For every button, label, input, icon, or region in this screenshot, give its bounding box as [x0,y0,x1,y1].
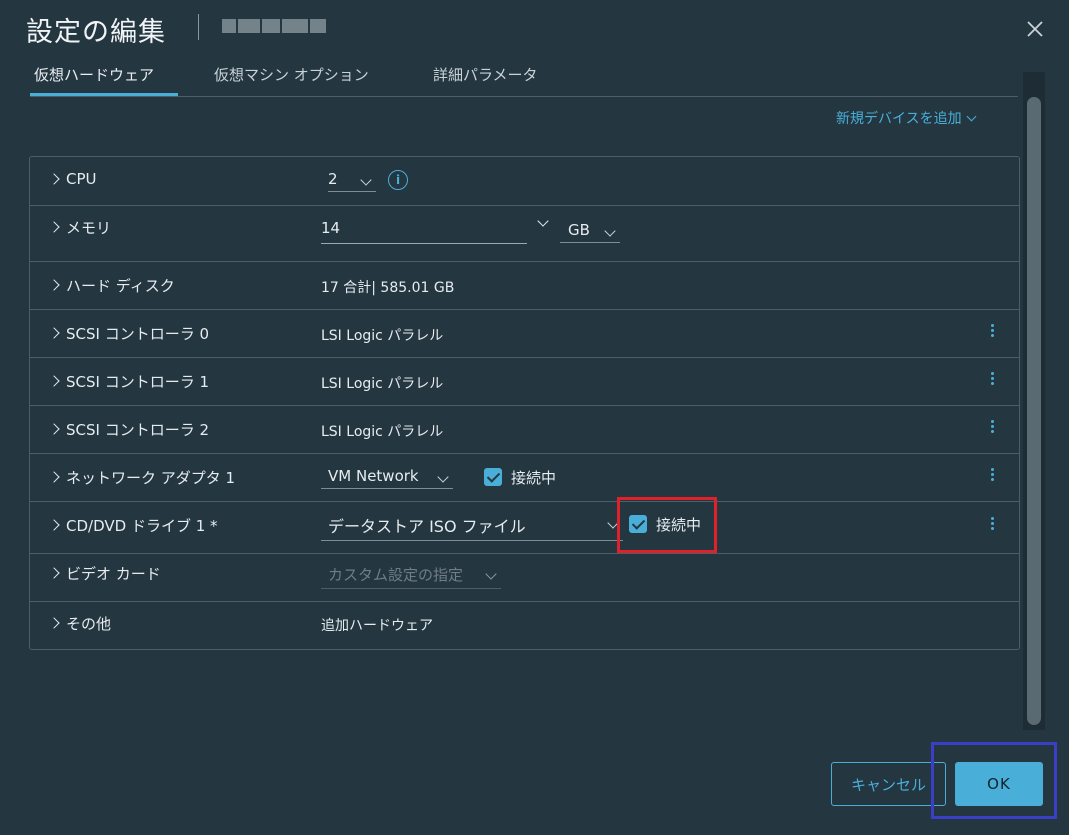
network-label: ネットワーク アダプタ 1 [66,468,236,487]
more-actions-icon[interactable] [988,515,996,535]
more-actions-icon[interactable] [988,418,996,438]
tab-bar: 仮想ハードウェア 仮想マシン オプション 詳細パラメータ [30,62,1018,97]
chevron-down-icon [485,568,497,580]
scsi0-type: LSI Logic パラレル [321,328,444,344]
cpu-label: CPU [66,170,97,188]
highlight-box-ok [931,742,1057,819]
cancel-button[interactable]: キャンセル [831,762,946,806]
chevron-right-icon [48,617,60,629]
info-icon[interactable]: i [388,170,408,190]
memory-unit-value: GB [568,221,590,239]
cpu-count-value: 2 [328,170,338,188]
chevron-right-icon [48,327,60,339]
scsi1-expander[interactable]: SCSI コントローラ 1 [48,369,210,393]
more-actions-icon[interactable] [988,322,996,342]
video-label: ビデオ カード [66,564,161,583]
cddvd-media-value: データストア ISO ファイル [328,517,526,536]
row-memory: メモリ 14 GB [30,205,1019,262]
video-expander[interactable]: ビデオ カード [48,561,161,585]
memory-unit-select[interactable]: GB [560,221,620,243]
scsi2-label: SCSI コントローラ 2 [66,420,210,439]
scrollbar-thumb[interactable] [1027,97,1041,725]
chevron-right-icon [48,221,60,233]
row-network-adapter: ネットワーク アダプタ 1 VM Network 接続中 [30,453,1019,502]
chevron-right-icon [48,567,60,579]
memory-expander[interactable]: メモリ [48,215,112,239]
scsi2-type: LSI Logic パラレル [321,424,444,440]
chevron-down-icon [604,225,616,237]
network-value: VM Network [328,467,419,485]
cpu-count-select[interactable]: 2 [328,170,376,192]
network-expander[interactable]: ネットワーク アダプタ 1 [48,465,236,489]
row-scsi-controller-0: SCSI コントローラ 0 LSI Logic パラレル [30,309,1019,358]
chevron-right-icon [48,173,60,185]
chevron-down-icon [966,111,977,122]
add-device-label: 新規デバイスを追加 [836,111,962,127]
close-icon[interactable] [1024,18,1046,40]
network-select[interactable]: VM Network [321,467,453,489]
hard-disk-expander[interactable]: ハード ディスク [48,273,175,297]
row-scsi-controller-1: SCSI コントローラ 1 LSI Logic パラレル [30,357,1019,406]
memory-size-input[interactable]: 14 [321,219,527,244]
title-divider [198,14,199,40]
more-actions-icon[interactable] [988,466,996,486]
memory-label: メモリ [66,218,112,237]
chevron-down-icon [437,471,449,483]
row-video-card: ビデオ カード カスタム設定の指定 [30,553,1019,602]
other-expander[interactable]: その他 [48,611,112,635]
hardware-table: CPU 2 i メモリ 14 GB ハード ディスク 17 合計| 585.01… [29,156,1020,650]
tab-vm-options[interactable]: 仮想マシン オプション [214,62,369,88]
chevron-down-icon [360,174,372,186]
cddvd-label: CD/DVD ドライブ 1 * [66,516,218,535]
more-actions-icon[interactable] [988,370,996,390]
cpu-expander[interactable]: CPU [48,167,97,191]
chevron-right-icon [48,423,60,435]
network-connected-label: 接続中 [511,469,557,487]
row-cd-dvd-drive: CD/DVD ドライブ 1 * データストア ISO ファイル 接続中 [30,501,1019,554]
hard-disk-summary: 17 合計| 585.01 GB [321,280,455,296]
other-label: その他 [66,614,112,633]
scsi0-label: SCSI コントローラ 0 [66,324,210,343]
scsi0-expander[interactable]: SCSI コントローラ 0 [48,321,210,345]
video-settings-select: カスタム設定の指定 [321,564,501,589]
scsi1-type: LSI Logic パラレル [321,376,444,392]
cddvd-media-select[interactable]: データストア ISO ファイル [321,513,623,541]
hard-disk-label: ハード ディスク [66,276,175,295]
memory-size-dropdown[interactable] [537,215,551,231]
chevron-right-icon [48,375,60,387]
scsi2-expander[interactable]: SCSI コントローラ 2 [48,417,210,441]
dialog-title: 設定の編集 [26,17,166,48]
add-device-button[interactable]: 新規デバイスを追加 [836,108,977,128]
highlight-box-connected [617,497,717,553]
row-scsi-controller-2: SCSI コントローラ 2 LSI Logic パラレル [30,405,1019,454]
chevron-right-icon [48,471,60,483]
chevron-down-icon [537,215,549,227]
vm-name-redacted [222,16,332,36]
cddvd-expander[interactable]: CD/DVD ドライブ 1 * [48,513,218,537]
video-settings-value: カスタム設定の指定 [328,566,464,584]
network-connected-checkbox[interactable] [484,468,502,486]
active-tab-indicator [30,93,178,96]
other-value: 追加ハードウェア [321,618,433,634]
chevron-right-icon [48,279,60,291]
chevron-right-icon [48,519,60,531]
tab-advanced-parameters[interactable]: 詳細パラメータ [433,62,538,88]
row-hard-disk: ハード ディスク 17 合計| 585.01 GB [30,261,1019,310]
row-other: その他 追加ハードウェア [30,601,1019,649]
scsi1-label: SCSI コントローラ 1 [66,372,210,391]
tab-virtual-hardware[interactable]: 仮想ハードウェア [34,62,154,88]
row-cpu: CPU 2 i [30,157,1019,206]
